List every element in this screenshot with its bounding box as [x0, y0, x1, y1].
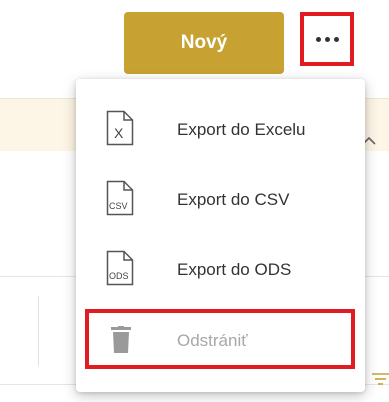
ods-file-icon: ODS [106, 250, 134, 286]
menu-item-export-excel[interactable]: X Export do Excelu [76, 97, 365, 163]
menu-item-label: Odstrániť [177, 331, 248, 350]
divider [38, 296, 39, 366]
more-options-button[interactable] [300, 12, 354, 66]
trash-icon [111, 326, 131, 353]
svg-text:X: X [114, 125, 124, 141]
csv-file-icon: CSV [106, 180, 134, 216]
menu-item-label: Export do Excelu [177, 120, 306, 139]
filter-icon[interactable] [372, 372, 389, 386]
menu-item-export-ods[interactable]: ODS Export do ODS [76, 237, 365, 303]
new-button[interactable]: Nový [124, 12, 284, 74]
menu-item-label: Export do CSV [177, 190, 290, 209]
actions-dropdown-menu: X Export do Excelu CSV Export do CSV ODS… [76, 79, 365, 392]
menu-item-label: Export do ODS [177, 260, 292, 279]
menu-item-export-csv[interactable]: CSV Export do CSV [76, 167, 365, 233]
svg-text:CSV: CSV [109, 201, 128, 211]
menu-item-delete[interactable]: Odstrániť [76, 308, 365, 374]
excel-file-icon: X [106, 110, 134, 146]
more-horizontal-icon [315, 36, 321, 42]
svg-text:ODS: ODS [109, 271, 129, 281]
